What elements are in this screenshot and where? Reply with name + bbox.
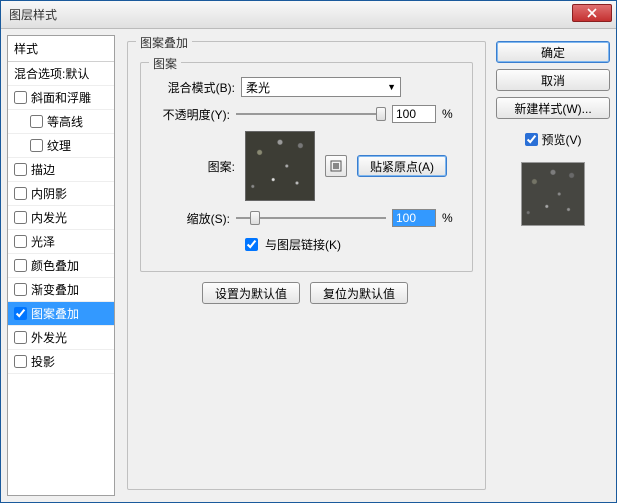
style-item-checkbox[interactable] (30, 139, 43, 152)
defaults-row: 设置为默认值 复位为默认值 (202, 282, 408, 304)
snap-origin-button[interactable]: 贴紧原点(A) (357, 155, 447, 177)
blend-mode-dropdown[interactable]: 柔光 ▼ (241, 77, 401, 97)
dialog-body: 样式 混合选项:默认 斜面和浮雕等高线纹理描边内阴影内发光光泽颜色叠加渐变叠加图… (1, 29, 616, 502)
style-item[interactable]: 颜色叠加 (8, 254, 114, 278)
close-button[interactable] (572, 4, 612, 22)
blending-options-row[interactable]: 混合选项:默认 (8, 62, 114, 86)
close-icon (587, 8, 597, 18)
opacity-label: 不透明度(Y): (151, 106, 230, 123)
preview-row: 预览(V) (496, 131, 610, 148)
titlebar: 图层样式 (1, 1, 616, 29)
preview-checkbox[interactable] (525, 133, 538, 146)
center-panel: 图案叠加 图案 混合模式(B): 柔光 ▼ 不透明度(Y): (121, 35, 490, 496)
scale-label: 缩放(S): (151, 210, 230, 227)
style-item-label: 描边 (31, 161, 55, 178)
group-title: 图案叠加 (136, 34, 192, 51)
style-item[interactable]: 描边 (8, 158, 114, 182)
style-item-label: 斜面和浮雕 (31, 89, 91, 106)
style-item[interactable]: 图案叠加 (8, 302, 114, 326)
preview-label: 预览(V) (542, 131, 582, 148)
preview-thumbnail (521, 162, 585, 226)
blend-mode-label: 混合模式(B): (151, 79, 235, 96)
link-with-layer-row: 与图层链接(K) (241, 235, 462, 254)
ok-button[interactable]: 确定 (496, 41, 610, 63)
cancel-button[interactable]: 取消 (496, 69, 610, 91)
style-item[interactable]: 纹理 (8, 134, 114, 158)
style-item-label: 图案叠加 (31, 305, 79, 322)
style-item-label: 等高线 (47, 113, 83, 130)
style-item-label: 外发光 (31, 329, 67, 346)
opacity-row: 不透明度(Y): 100 % (151, 105, 462, 123)
style-item-checkbox[interactable] (14, 211, 27, 224)
blend-mode-value: 柔光 (246, 79, 270, 96)
pattern-group: 图案 混合模式(B): 柔光 ▼ 不透明度(Y): (140, 62, 473, 272)
style-item-checkbox[interactable] (14, 259, 27, 272)
new-preset-icon (330, 160, 342, 172)
style-item-checkbox[interactable] (14, 187, 27, 200)
style-item-checkbox[interactable] (14, 283, 27, 296)
dialog-title: 图层样式 (9, 6, 57, 23)
set-default-button[interactable]: 设置为默认值 (202, 282, 300, 304)
style-item-label: 内阴影 (31, 185, 67, 202)
reset-default-button[interactable]: 复位为默认值 (310, 282, 408, 304)
style-item-checkbox[interactable] (14, 235, 27, 248)
styles-list: 样式 混合选项:默认 斜面和浮雕等高线纹理描边内阴影内发光光泽颜色叠加渐变叠加图… (7, 35, 115, 496)
link-with-layer-checkbox[interactable] (245, 238, 258, 251)
pattern-group-title: 图案 (149, 55, 181, 72)
style-item[interactable]: 斜面和浮雕 (8, 86, 114, 110)
style-item-label: 纹理 (47, 137, 71, 154)
style-item-label: 渐变叠加 (31, 281, 79, 298)
scale-slider[interactable] (236, 210, 386, 226)
style-item[interactable]: 光泽 (8, 230, 114, 254)
new-style-button[interactable]: 新建样式(W)... (496, 97, 610, 119)
link-with-layer-label: 与图层链接(K) (265, 236, 341, 253)
style-item[interactable]: 外发光 (8, 326, 114, 350)
style-item-label: 投影 (31, 353, 55, 370)
style-item-checkbox[interactable] (14, 163, 27, 176)
new-preset-button[interactable] (325, 155, 347, 177)
style-item[interactable]: 内发光 (8, 206, 114, 230)
styles-list-header[interactable]: 样式 (8, 36, 114, 62)
style-item[interactable]: 投影 (8, 350, 114, 374)
opacity-input[interactable]: 100 (392, 105, 436, 123)
style-item[interactable]: 渐变叠加 (8, 278, 114, 302)
style-item[interactable]: 内阴影 (8, 182, 114, 206)
scale-row: 缩放(S): 100 % (151, 209, 462, 227)
style-item-checkbox[interactable] (30, 115, 43, 128)
percent-label: % (442, 107, 462, 121)
blending-options-label: 混合选项:默认 (14, 65, 89, 82)
blend-mode-row: 混合模式(B): 柔光 ▼ (151, 77, 462, 97)
style-item-checkbox[interactable] (14, 307, 27, 320)
opacity-slider[interactable] (236, 106, 386, 122)
style-item-label: 内发光 (31, 209, 67, 226)
style-item-checkbox[interactable] (14, 331, 27, 344)
right-panel: 确定 取消 新建样式(W)... 预览(V) (496, 35, 610, 496)
scale-input[interactable]: 100 (392, 209, 436, 227)
pattern-row: 图案: 贴紧原点(A) (151, 131, 462, 201)
style-item[interactable]: 等高线 (8, 110, 114, 134)
pattern-overlay-group: 图案叠加 图案 混合模式(B): 柔光 ▼ 不透明度(Y): (127, 41, 486, 490)
chevron-down-icon: ▼ (387, 82, 396, 92)
style-item-checkbox[interactable] (14, 355, 27, 368)
dialog-window: 图层样式 样式 混合选项:默认 斜面和浮雕等高线纹理描边内阴影内发光光泽颜色叠加… (0, 0, 617, 503)
style-item-label: 颜色叠加 (31, 257, 79, 274)
pattern-swatch[interactable] (245, 131, 315, 201)
percent-label: % (442, 211, 462, 225)
style-item-checkbox[interactable] (14, 91, 27, 104)
style-item-label: 光泽 (31, 233, 55, 250)
pattern-label: 图案: (151, 158, 235, 175)
